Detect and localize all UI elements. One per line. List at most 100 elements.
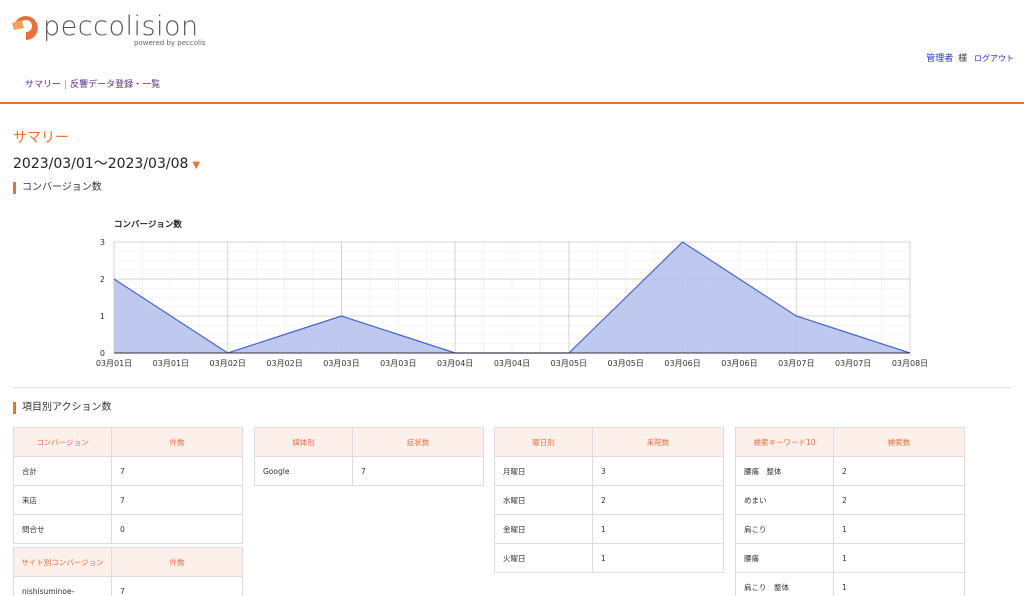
chart-title: コンバージョン数 (114, 219, 182, 230)
table-row: 肩こり 整体 1 (735, 572, 965, 596)
page-title: サマリー (13, 130, 69, 146)
cell-value: 1 (833, 514, 965, 544)
caret-down-icon[interactable]: ▼ (192, 160, 200, 171)
cell-label: 腰痛 整体 (735, 456, 834, 486)
col-header: 検索数 (833, 427, 965, 457)
x-tick-label: 03月06日 (721, 359, 757, 368)
user-area: 管理者 様 ログアウト (926, 51, 1014, 64)
date-range-selector[interactable]: 2023/03/01〜2023/03/08 ▼ (13, 153, 200, 173)
cell-label: 火曜日 (494, 543, 593, 573)
cell-value: 2 (592, 485, 724, 515)
date-range-text[interactable]: 2023/03/01〜2023/03/08 (13, 156, 188, 172)
table-row: 合計 7 (13, 456, 243, 486)
table-row: 月曜日 3 (494, 456, 724, 486)
cell-value: 1 (833, 572, 965, 596)
logout-link[interactable]: ログアウト (974, 54, 1014, 63)
x-tick-label: 03月03日 (380, 359, 416, 368)
x-tick-label: 03月02日 (210, 359, 246, 368)
cell-label: 金曜日 (494, 514, 593, 544)
table-row: 肩こり 1 (735, 514, 965, 544)
table-header-row: 曜日別 来院数 (494, 427, 724, 457)
cell-label: 肩こり 整体 (735, 572, 834, 596)
cell-label: 問合せ (13, 514, 112, 544)
section-conversions: コンバージョン数 (13, 182, 102, 194)
cell-value: 7 (111, 576, 243, 596)
table-row: nishisuminoe- 7 (13, 576, 243, 596)
x-tick-label: 03月04日 (494, 359, 530, 368)
table-row: 来店 7 (13, 485, 243, 515)
x-tick-label: 03月01日 (96, 359, 132, 368)
table-header-row: 媒体別 症状数 (254, 427, 484, 457)
main-nav: サマリー | 反響データ登録・一覧 (25, 77, 160, 90)
brand-sub: powered by peccolis (134, 39, 206, 47)
y-tick-label: 3 (100, 238, 105, 247)
table-media: 媒体別 症状数 Google 7 (254, 427, 484, 486)
col-header: 検索キーワード10 (735, 427, 834, 457)
cell-label: めまい (735, 485, 834, 515)
cell-value: 7 (111, 456, 243, 486)
table-row: 腰痛 整体 2 (735, 456, 965, 486)
cell-value: 1 (592, 543, 724, 573)
table-row: 腰痛 1 (735, 543, 965, 573)
logo-mark-icon (12, 16, 38, 40)
nav-register[interactable]: 反響データ登録・一覧 (70, 80, 160, 90)
cell-label: 肩こり (735, 514, 834, 544)
table-header-row: 検索キーワード10 検索数 (735, 427, 965, 457)
cell-value: 3 (592, 456, 724, 486)
y-tick-label: 1 (100, 312, 105, 321)
x-tick-label: 03月01日 (153, 359, 189, 368)
cell-value: 7 (352, 456, 484, 486)
table-row: 問合せ 0 (13, 514, 243, 544)
table-header-row: サイト別コンバージョン 件数 (13, 547, 243, 577)
table-row: 火曜日 1 (494, 543, 724, 573)
cell-value: 0 (111, 514, 243, 544)
cell-value: 1 (592, 514, 724, 544)
cell-value: 1 (833, 543, 965, 573)
logo[interactable]: peccolision powered by peccolis (10, 12, 210, 50)
divider (13, 387, 1011, 388)
col-header: サイト別コンバージョン (13, 547, 112, 577)
cell-label: 月曜日 (494, 456, 593, 486)
section-actions: 項目別アクション数 (13, 402, 112, 414)
cell-label: 腰痛 (735, 543, 834, 573)
conversion-chart: 0 1 2 3 03月01日 03月01日 03月02日 03月02日 03月03日 03月03日… (0, 210, 1024, 380)
col-header: 件数 (111, 427, 243, 457)
user-name[interactable]: 管理者 (926, 54, 953, 64)
y-tick-label: 0 (100, 349, 105, 358)
table-weekday: 曜日別 来院数 月曜日 3 水曜日 2 金曜日 1 火曜日 1 (494, 427, 724, 573)
x-tick-label: 03月08日 (892, 359, 928, 368)
cell-label: 水曜日 (494, 485, 593, 515)
user-suffix: 様 (958, 54, 968, 64)
col-header: 症状数 (352, 427, 484, 457)
col-header: 来院数 (592, 427, 724, 457)
y-tick-label: 2 (100, 275, 105, 284)
table-site-conversion: サイト別コンバージョン 件数 nishisuminoe- 7 (13, 547, 243, 596)
col-header: 件数 (111, 547, 243, 577)
table-row: Google 7 (254, 456, 484, 486)
nav-summary[interactable]: サマリー (25, 80, 61, 90)
x-tick-label: 03月05日 (608, 359, 644, 368)
x-tick-label: 03月02日 (266, 359, 302, 368)
cell-label: Google (254, 456, 353, 486)
header: peccolision powered by peccolis 管理者 様 ログ… (0, 0, 1024, 104)
cell-value: 7 (111, 485, 243, 515)
x-tick-label: 03月07日 (778, 359, 814, 368)
col-header: コンバージョン (13, 427, 112, 457)
table-row: めまい 2 (735, 485, 965, 515)
x-tick-label: 03月07日 (835, 359, 871, 368)
x-tick-label: 03月05日 (551, 359, 587, 368)
x-tick-label: 03月03日 (323, 359, 359, 368)
table-row: 水曜日 2 (494, 485, 724, 515)
brand-name: peccolision (43, 11, 199, 42)
col-header: 曜日別 (494, 427, 593, 457)
cell-label: nishisuminoe- (13, 576, 112, 596)
table-row: 金曜日 1 (494, 514, 724, 544)
table-header-row: コンバージョン 件数 (13, 427, 243, 457)
table-keywords: 検索キーワード10 検索数 腰痛 整体 2 めまい 2 肩こり 1 腰痛 1 肩こり 整… (735, 427, 965, 596)
x-tick-label: 03月06日 (664, 359, 700, 368)
cell-value: 2 (833, 485, 965, 515)
cell-value: 2 (833, 456, 965, 486)
table-conversion: コンバージョン 件数 合計 7 来店 7 問合せ 0 (13, 427, 243, 544)
cell-label: 来店 (13, 485, 112, 515)
col-header: 媒体別 (254, 427, 353, 457)
